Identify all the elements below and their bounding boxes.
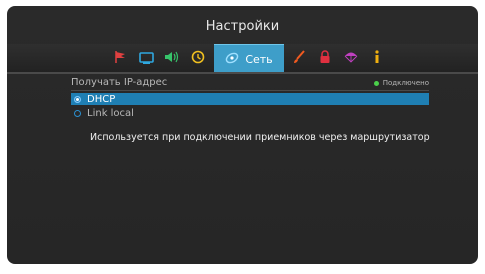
tab-tv[interactable] — [133, 44, 159, 72]
info-icon — [373, 49, 381, 68]
status-dot-icon — [373, 80, 379, 86]
tab-lock[interactable] — [312, 44, 338, 72]
option-description: Используется при подключении приемников … — [90, 132, 430, 143]
tab-divider — [7, 72, 478, 74]
tab-flag[interactable] — [107, 44, 133, 72]
section-divider — [71, 90, 429, 91]
parachute-icon — [344, 49, 358, 68]
option-link-local[interactable]: Link local — [71, 107, 429, 119]
tab-network[interactable]: Сеть — [214, 44, 284, 73]
status-text: Подключено — [382, 79, 429, 87]
radio-icon — [74, 95, 81, 103]
tab-info[interactable] — [364, 44, 390, 72]
brush-icon — [292, 49, 306, 68]
tab-bar: Сеть — [7, 44, 478, 73]
tab-clock[interactable] — [185, 44, 211, 72]
option-label: DHCP — [87, 93, 116, 105]
option-label: Link local — [87, 107, 134, 119]
sound-icon — [164, 49, 180, 68]
tab-network-label: Сеть — [245, 52, 273, 66]
ip-mode-label: Получать IP-адрес — [71, 77, 168, 88]
tab-brush[interactable] — [286, 44, 312, 72]
tv-icon — [138, 49, 154, 68]
page-title: Настройки — [205, 19, 280, 34]
settings-screen: Настройки Сеть Получать IP-адрес Подключ… — [7, 6, 478, 264]
tab-sound[interactable] — [159, 44, 185, 72]
clock-icon — [191, 49, 205, 68]
flag-icon — [113, 49, 127, 68]
radio-icon — [74, 109, 81, 117]
lock-icon — [319, 49, 331, 68]
tab-parachute[interactable] — [338, 44, 364, 72]
network-icon — [225, 50, 239, 69]
option-dhcp[interactable]: DHCP — [71, 93, 429, 105]
connection-status: Подключено — [373, 79, 429, 87]
